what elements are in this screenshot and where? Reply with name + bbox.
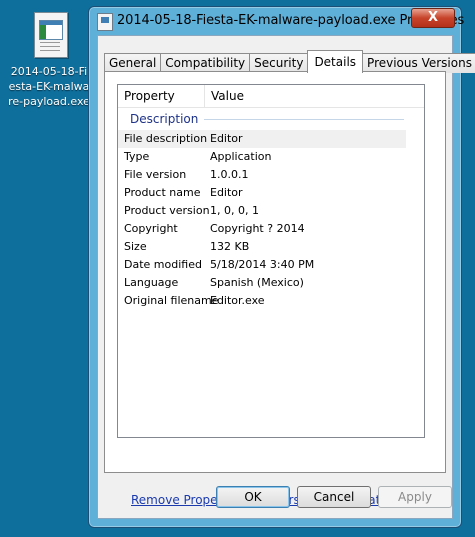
desktop-file-icon[interactable]: 2014-05-18-Fiesta-EK-malware-payload.exe <box>8 12 90 109</box>
tab-details[interactable]: Details <box>307 50 364 73</box>
property-name: Size <box>124 240 147 253</box>
exe-file-icon <box>28 12 70 60</box>
property-value: Application <box>210 150 272 163</box>
property-value: 1, 0, 0, 1 <box>210 204 259 217</box>
tab-general[interactable]: General <box>104 53 162 73</box>
table-row[interactable]: Date modified 5/18/2014 3:40 PM <box>118 256 424 274</box>
tab-strip: General Compatibility Security Details P… <box>104 50 475 73</box>
property-name: File version <box>124 168 187 181</box>
property-value: Spanish (Mexico) <box>210 276 304 289</box>
property-value: 5/18/2014 3:40 PM <box>210 258 315 271</box>
title-bar[interactable]: 2014-05-18-Fiesta-EK-malware-payload.exe… <box>89 7 464 35</box>
column-value[interactable]: Value <box>205 85 244 107</box>
dialog-body: General Compatibility Security Details P… <box>97 35 475 519</box>
property-name: Type <box>124 150 150 163</box>
property-value: Editor <box>210 132 243 145</box>
close-button[interactable]: X <box>411 8 455 28</box>
properties-list[interactable]: Property Value Description File descript… <box>117 84 425 438</box>
property-name: File description <box>124 132 208 145</box>
table-row[interactable]: Language Spanish (Mexico) <box>118 274 424 292</box>
apply-button[interactable]: Apply <box>378 486 452 508</box>
details-panel: Property Value Description File descript… <box>104 71 446 507</box>
group-divider <box>204 119 404 120</box>
tab-previous-versions[interactable]: Previous Versions <box>362 53 475 73</box>
ok-button[interactable]: OK <box>216 486 290 508</box>
group-label: Description <box>130 112 199 126</box>
table-row[interactable]: Type Application <box>118 148 424 166</box>
column-property[interactable]: Property <box>118 85 205 107</box>
property-name: Copyright <box>124 222 178 235</box>
table-row[interactable]: Product version 1, 0, 0, 1 <box>118 202 424 220</box>
desktop-file-label: 2014-05-18-Fiesta-EK-malware-payload.exe <box>8 65 90 108</box>
property-name: Original filename <box>124 294 219 307</box>
table-row[interactable]: Copyright Copyright ? 2014 <box>118 220 424 238</box>
property-name: Language <box>124 276 179 289</box>
tab-security[interactable]: Security <box>249 53 309 73</box>
tab-compatibility[interactable]: Compatibility <box>160 53 251 73</box>
property-value: 1.0.0.1 <box>210 168 249 181</box>
property-value: 132 KB <box>210 240 250 253</box>
property-rows: File description Editor Type Application Fil… <box>118 130 424 310</box>
cancel-button[interactable]: Cancel <box>297 486 371 508</box>
button-row: OK Cancel Apply <box>98 478 452 518</box>
properties-window: 2014-05-18-Fiesta-EK-malware-payload.exe… <box>88 6 475 528</box>
table-row[interactable]: Product name Editor <box>118 184 424 202</box>
property-value: Copyright ? 2014 <box>210 222 305 235</box>
table-row[interactable]: File version 1.0.0.1 <box>118 166 424 184</box>
exe-file-icon <box>97 13 113 31</box>
property-name: Product version <box>124 204 210 217</box>
table-row[interactable]: File description Editor <box>118 130 406 148</box>
group-description: Description <box>118 108 424 130</box>
property-value: Editor.exe <box>210 294 265 307</box>
list-header: Property Value <box>118 85 424 108</box>
close-icon: X <box>427 10 439 25</box>
property-value: Editor <box>210 186 243 199</box>
table-row[interactable]: Original filename Editor.exe <box>118 292 424 310</box>
property-name: Product name <box>124 186 201 199</box>
property-name: Date modified <box>124 258 202 271</box>
table-row[interactable]: Size 132 KB <box>118 238 424 256</box>
